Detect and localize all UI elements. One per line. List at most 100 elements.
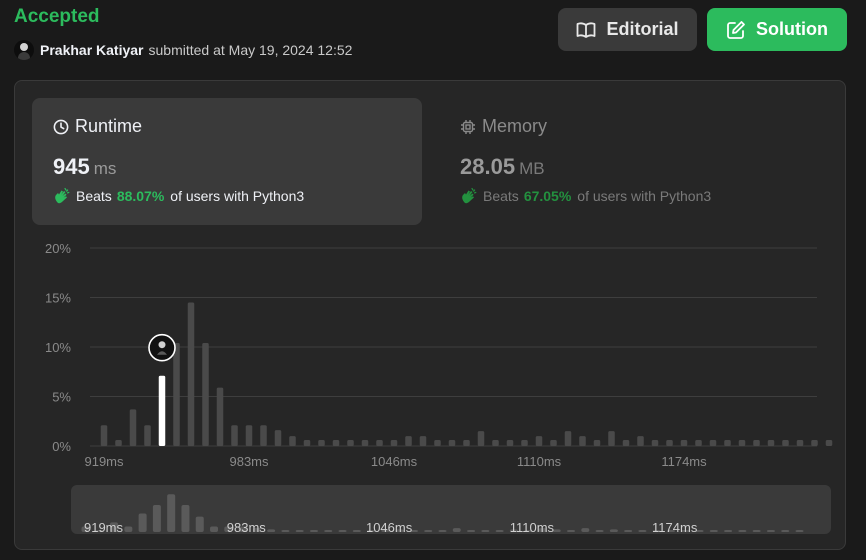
navigator-bar — [138, 513, 147, 532]
runtime-distribution-chart[interactable]: 0% 5% 10% 15% 20% 919ms 983ms 1046ms 1110ms 1174m… — [15, 81, 845, 481]
bar[interactable] — [579, 436, 586, 446]
navigator-tick-label: 919ms — [84, 520, 124, 534]
navigator-bar — [595, 530, 604, 532]
bar[interactable] — [173, 343, 180, 446]
bar[interactable] — [390, 440, 398, 446]
bar[interactable] — [405, 436, 412, 446]
navigator-bar — [795, 530, 804, 532]
editorial-label: Editorial — [606, 19, 679, 39]
bar[interactable] — [564, 431, 572, 446]
bar[interactable] — [318, 440, 325, 446]
y-tick-label: 5% — [52, 390, 71, 405]
bar[interactable] — [622, 440, 630, 446]
bar[interactable] — [231, 425, 238, 446]
bar[interactable] — [492, 440, 499, 446]
bar[interactable] — [811, 440, 818, 446]
bar[interactable] — [695, 440, 702, 446]
editorial-button[interactable]: Editorial — [558, 8, 697, 51]
bar[interactable] — [825, 440, 833, 446]
solution-button[interactable]: Solution — [707, 8, 847, 51]
navigator-bar — [352, 530, 361, 532]
bar[interactable] — [289, 436, 296, 446]
x-tick-label: 919ms — [84, 454, 124, 469]
navigator-bar — [724, 530, 733, 532]
navigator-bar — [195, 516, 204, 532]
navigator-chart[interactable]: 919ms 983ms 1046ms 1110ms 1174ms — [71, 485, 831, 534]
bar[interactable] — [782, 440, 789, 446]
bar[interactable] — [724, 440, 731, 446]
navigator-bar — [295, 530, 304, 532]
bar[interactable] — [535, 436, 543, 446]
bar[interactable] — [274, 430, 282, 446]
bar[interactable] — [463, 440, 470, 446]
navigator-tick-label: 1046ms — [366, 520, 413, 534]
bar[interactable] — [129, 409, 137, 446]
bar[interactable] — [651, 440, 659, 446]
bar[interactable] — [260, 425, 267, 446]
bar[interactable] — [332, 440, 340, 446]
bar[interactable] — [303, 440, 311, 446]
x-tick-label: 1174ms — [661, 454, 707, 469]
username-link[interactable]: Prakhar Katiyar — [40, 42, 144, 58]
results-panel: Runtime 945 ms Beats 88.07% of users with… — [14, 80, 846, 550]
navigator-bar — [738, 530, 747, 532]
navigator-bar — [609, 529, 618, 532]
navigator-bar — [181, 504, 190, 532]
navigator-bar — [567, 530, 576, 532]
bar[interactable] — [608, 431, 615, 446]
bar[interactable] — [144, 425, 151, 446]
bar[interactable] — [448, 440, 456, 446]
bar[interactable] — [637, 436, 644, 446]
your-runtime-bar[interactable] — [158, 375, 166, 446]
navigator-bar — [752, 530, 761, 532]
navigator-bar — [781, 530, 790, 532]
solution-label: Solution — [756, 19, 828, 39]
submission-status: Accepted — [14, 6, 100, 27]
navigator-bar — [324, 530, 333, 532]
bar[interactable] — [115, 440, 122, 446]
bar[interactable] — [100, 425, 108, 446]
navigator-bar — [709, 530, 718, 532]
navigator-bar — [167, 494, 176, 532]
bar[interactable] — [521, 440, 528, 446]
navigator-bar — [766, 530, 775, 532]
bar[interactable] — [738, 440, 746, 446]
bar[interactable] — [434, 440, 441, 446]
bar[interactable] — [709, 440, 717, 446]
submitted-timestamp: submitted at May 19, 2024 12:52 — [148, 42, 353, 58]
bar[interactable] — [753, 440, 760, 446]
y-tick-label: 15% — [45, 291, 71, 306]
navigator-bar — [452, 528, 461, 532]
bar[interactable] — [245, 425, 253, 446]
bar[interactable] — [419, 436, 427, 446]
bar[interactable] — [187, 302, 195, 446]
user-avatar-marker[interactable] — [148, 333, 176, 362]
bar[interactable] — [361, 440, 369, 446]
chart-range-navigator[interactable]: 919ms 983ms 1046ms 1110ms 1174ms — [71, 485, 831, 534]
bar[interactable] — [216, 387, 224, 446]
navigator-bar — [438, 530, 447, 532]
navigator-tick-label: 983ms — [227, 520, 267, 534]
bar[interactable] — [680, 440, 688, 446]
bar[interactable] — [666, 440, 673, 446]
y-tick-label: 20% — [45, 241, 71, 256]
bar[interactable] — [376, 440, 383, 446]
navigator-bar — [624, 530, 633, 532]
navigator-bar — [467, 530, 476, 532]
bar[interactable] — [506, 440, 514, 446]
x-tick-label: 983ms — [229, 454, 269, 469]
navigator-bar — [210, 526, 219, 532]
avatar[interactable] — [14, 40, 34, 60]
bar[interactable] — [796, 440, 804, 446]
edit-icon — [726, 20, 746, 40]
bar[interactable] — [347, 440, 354, 446]
navigator-bar — [124, 526, 133, 532]
navigator-bar — [281, 530, 290, 532]
y-tick-label: 10% — [45, 340, 71, 355]
bar[interactable] — [550, 440, 557, 446]
bar[interactable] — [202, 343, 209, 446]
bar[interactable] — [593, 440, 601, 446]
bar[interactable] — [767, 440, 775, 446]
bar[interactable] — [477, 431, 485, 446]
navigator-bar — [581, 528, 590, 532]
